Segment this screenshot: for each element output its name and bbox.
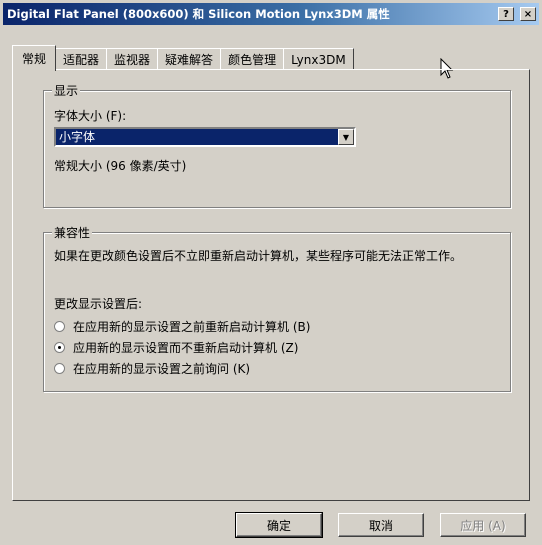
ok-button[interactable]: 确定 bbox=[235, 512, 323, 538]
tab-strip: 常规 适配器 监视器 疑难解答 颜色管理 Lynx3DM bbox=[12, 44, 354, 71]
font-size-value: 小字体 bbox=[56, 129, 338, 145]
radio-ask-before-apply[interactable]: 在应用新的显示设置之前询问 (K) bbox=[54, 360, 250, 377]
window-title: Digital Flat Panel (800x600) 和 Silicon M… bbox=[7, 7, 390, 21]
radio-label: 应用新的显示设置而不重新启动计算机 (Z) bbox=[73, 341, 299, 355]
cancel-button-label: 取消 bbox=[368, 518, 393, 533]
cancel-button[interactable]: 取消 bbox=[338, 513, 424, 537]
close-button[interactable]: × bbox=[520, 7, 536, 21]
tab-adapter[interactable]: 适配器 bbox=[55, 48, 108, 70]
radio-label: 在应用新的显示设置之前重新启动计算机 (B) bbox=[73, 320, 311, 334]
compatibility-group: 兼容性 如果在更改颜色设置后不立即重新启动计算机，某些程序可能无法正常工作。 更… bbox=[43, 224, 511, 392]
compatibility-group-title: 兼容性 bbox=[52, 224, 93, 241]
font-size-select[interactable]: 小字体 ▼ bbox=[54, 127, 356, 147]
chevron-down-icon[interactable]: ▼ bbox=[338, 129, 354, 145]
font-size-note: 常规大小 (96 像素/英寸) bbox=[54, 159, 187, 173]
radio-button[interactable] bbox=[54, 363, 65, 374]
help-button[interactable]: ? bbox=[498, 7, 514, 21]
ok-button-label: 确定 bbox=[266, 518, 291, 533]
display-group-title: 显示 bbox=[52, 82, 81, 99]
radio-button[interactable] bbox=[54, 321, 65, 332]
tab-monitor[interactable]: 监视器 bbox=[106, 48, 159, 70]
radio-button-selected[interactable] bbox=[54, 342, 65, 353]
tab-color-management[interactable]: 颜色管理 bbox=[220, 48, 285, 70]
tab-lynx3dm[interactable]: Lynx3DM bbox=[283, 48, 354, 70]
display-group: 显示 字体大小 (F): 小字体 ▼ 常规大小 (96 像素/英寸) bbox=[43, 82, 511, 208]
compatibility-description: 如果在更改颜色设置后不立即重新启动计算机，某些程序可能无法正常工作。 bbox=[54, 249, 463, 263]
font-size-label: 字体大小 (F): bbox=[54, 109, 127, 123]
apply-button[interactable]: 应用 (A) bbox=[440, 513, 526, 537]
help-icon: ? bbox=[503, 8, 509, 20]
tab-general[interactable]: 常规 bbox=[12, 45, 57, 71]
apply-button-label: 应用 (A) bbox=[460, 518, 506, 533]
tab-panel-general: 显示 字体大小 (F): 小字体 ▼ 常规大小 (96 像素/英寸) 兼容性 如… bbox=[12, 69, 530, 501]
title-bar: Digital Flat Panel (800x600) 和 Silicon M… bbox=[3, 3, 539, 25]
radio-label: 在应用新的显示设置之前询问 (K) bbox=[73, 362, 251, 376]
close-icon: × bbox=[523, 8, 533, 20]
after-change-label: 更改显示设置后: bbox=[54, 297, 143, 311]
radio-restart-before-apply[interactable]: 在应用新的显示设置之前重新启动计算机 (B) bbox=[54, 318, 310, 335]
radio-apply-without-restart[interactable]: 应用新的显示设置而不重新启动计算机 (Z) bbox=[54, 339, 298, 356]
tab-troubleshoot[interactable]: 疑难解答 bbox=[157, 48, 222, 70]
